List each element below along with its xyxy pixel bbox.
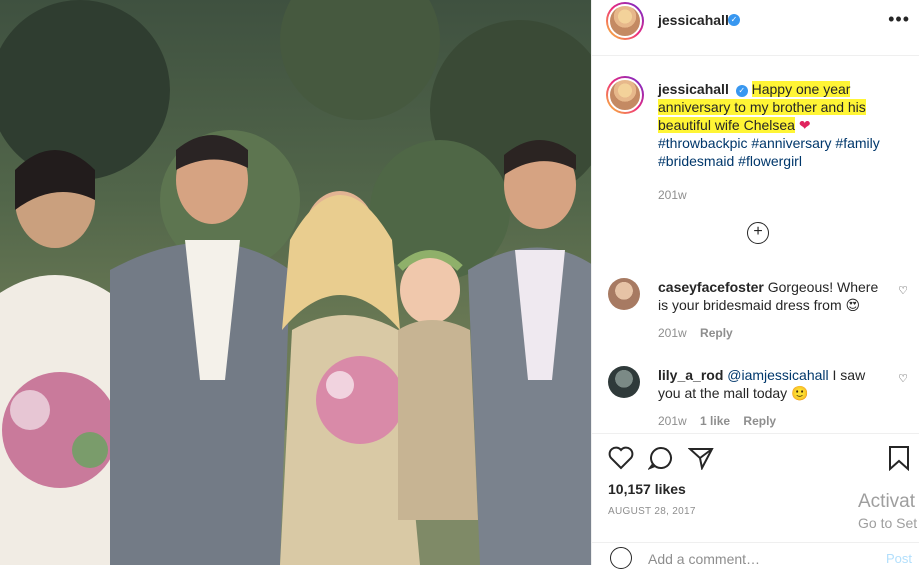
photo-illustration — [0, 0, 591, 565]
author-username[interactable]: jessicahall — [658, 12, 729, 28]
caption-avatar[interactable] — [606, 76, 644, 114]
author-avatar[interactable] — [606, 2, 644, 40]
emoji-smile-icon[interactable] — [610, 547, 632, 569]
comment-age[interactable]: 201w — [658, 414, 687, 428]
caption-age[interactable]: 201w — [658, 186, 898, 204]
commenter-username[interactable]: caseyfacefoster — [658, 279, 764, 295]
post-side-panel: jessicahall ✓ ••• jessicahall ✓ Happy on… — [591, 0, 919, 569]
comment-like-heart-icon[interactable]: ♡ — [898, 372, 908, 385]
caption-hashtags[interactable]: #throwbackpic #anniversary #family #brid… — [658, 135, 880, 169]
reply-button[interactable]: Reply — [743, 414, 776, 428]
post-caption: jessicahall ✓ Happy one year anniversary… — [658, 80, 898, 204]
comment-body: caseyfacefoster Gorgeous! Where is your … — [658, 278, 880, 342]
commenter-avatar[interactable] — [608, 366, 640, 398]
comment-footer: 201w Reply — [658, 324, 880, 342]
commenter-avatar[interactable] — [608, 278, 640, 310]
post-button[interactable]: Post — [886, 551, 912, 566]
caption-username[interactable]: jessicahall — [658, 81, 729, 97]
likes-count[interactable]: 10,157 likes — [608, 481, 686, 497]
heart-icon[interactable] — [608, 446, 634, 470]
commenter-username[interactable]: lily_a_rod — [658, 367, 723, 383]
more-options-icon[interactable]: ••• — [888, 10, 910, 28]
comment-age[interactable]: 201w — [658, 326, 687, 340]
share-icon[interactable] — [688, 446, 714, 470]
caption-avatar-image — [608, 78, 642, 112]
post-header: jessicahall ✓ ••• — [592, 0, 919, 56]
plus-circle-icon[interactable]: + — [747, 222, 769, 244]
comment-body: lily_a_rod @iamjessicahall I saw you at … — [658, 366, 880, 430]
comment-icon[interactable] — [648, 446, 674, 470]
post-date: AUGUST 28, 2017 — [608, 506, 696, 517]
author-avatar-image — [608, 4, 642, 38]
verified-badge-icon: ✓ — [735, 85, 748, 97]
comment-mention[interactable]: @iamjessicahall — [727, 367, 828, 383]
reply-button[interactable]: Reply — [700, 326, 733, 340]
watermark-line-2: Go to Set — [858, 515, 918, 531]
heart-eyes-emoji: 😍 — [845, 297, 861, 313]
smiley-emoji: 🙂 — [791, 385, 809, 401]
watermark-line-1: Activat — [858, 491, 916, 512]
post-photo[interactable] — [0, 0, 591, 565]
verified-badge-icon: ✓ — [728, 14, 740, 26]
comment-likes-count[interactable]: 1 like — [700, 414, 730, 428]
bookmark-icon[interactable] — [888, 445, 910, 471]
windows-activation-watermark: Activat Go to Set — [858, 490, 917, 532]
comment-footer: 201w 1 like Reply — [658, 412, 880, 430]
comment-like-heart-icon[interactable]: ♡ — [898, 284, 908, 297]
add-comment-bar: Add a comment… Post — [592, 542, 919, 569]
red-heart-emoji: ❤ — [798, 117, 811, 133]
